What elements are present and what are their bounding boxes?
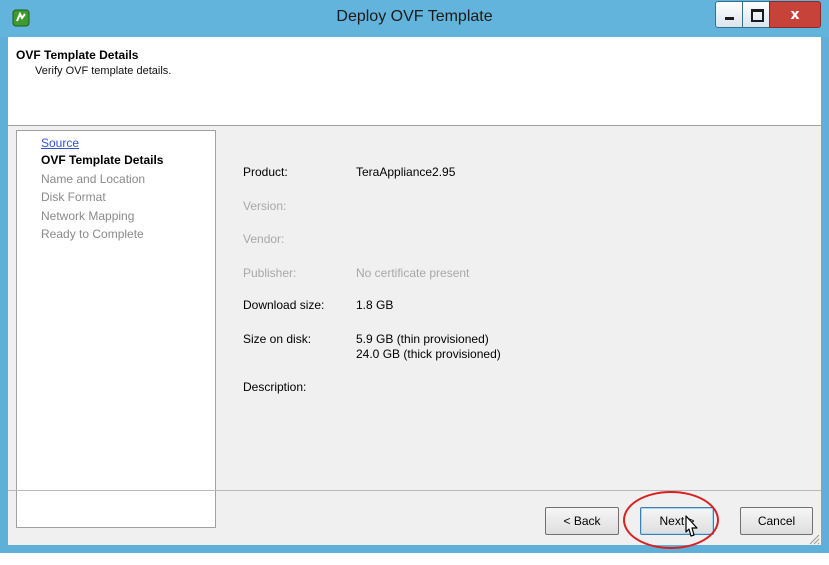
size-on-disk-label: Size on disk: xyxy=(243,332,312,346)
dialog-body: OVF Template Details Verify OVF template… xyxy=(8,37,821,549)
publisher-value: No certificate present xyxy=(356,266,470,280)
maximize-icon xyxy=(751,9,764,22)
size-on-disk-thick-value: 24.0 GB (thick provisioned) xyxy=(356,347,501,361)
download-size-label: Download size: xyxy=(243,298,325,312)
window-title: Deploy OVF Template xyxy=(336,8,493,25)
step-network-mapping: Network Mapping xyxy=(41,209,135,223)
page-title: OVF Template Details xyxy=(16,48,139,62)
publisher-label: Publisher: xyxy=(243,266,297,280)
download-size-value: 1.8 GB xyxy=(356,298,394,312)
product-value: TeraAppliance2.95 xyxy=(356,165,456,179)
step-ovf-template-details: OVF Template Details xyxy=(41,153,164,167)
size-on-disk-thin-value: 5.9 GB (thin provisioned) xyxy=(356,332,489,346)
minimize-icon xyxy=(725,17,734,20)
minimize-button[interactable] xyxy=(715,1,743,28)
mouse-pointer-icon xyxy=(685,515,698,537)
version-label: Version: xyxy=(243,199,287,213)
page-header: OVF Template Details Verify OVF template… xyxy=(8,37,821,126)
description-label: Description: xyxy=(243,380,307,394)
step-source[interactable]: Source xyxy=(41,136,79,150)
deploy-ovf-window: Deploy OVF Template x OVF Template Detai… xyxy=(0,0,829,553)
maximize-button[interactable] xyxy=(742,1,770,28)
step-name-and-location: Name and Location xyxy=(41,172,146,186)
back-button[interactable]: < Back xyxy=(545,507,619,535)
title-bar[interactable]: Deploy OVF Template x xyxy=(0,0,829,37)
step-disk-format: Disk Format xyxy=(41,190,106,204)
highlight-circle xyxy=(623,491,719,549)
close-button[interactable]: x xyxy=(769,1,821,28)
step-ready-to-complete: Ready to Complete xyxy=(41,227,144,241)
cancel-button[interactable]: Cancel xyxy=(740,507,813,535)
page-subtitle: Verify OVF template details. xyxy=(35,65,172,77)
vendor-label: Vendor: xyxy=(243,232,285,246)
resize-grip-icon[interactable] xyxy=(806,531,820,545)
product-label: Product: xyxy=(243,165,288,179)
footer-divider xyxy=(8,490,821,491)
wizard-steps-pane: Source OVF Template Details Name and Loc… xyxy=(16,130,216,528)
close-icon: x xyxy=(790,7,800,23)
